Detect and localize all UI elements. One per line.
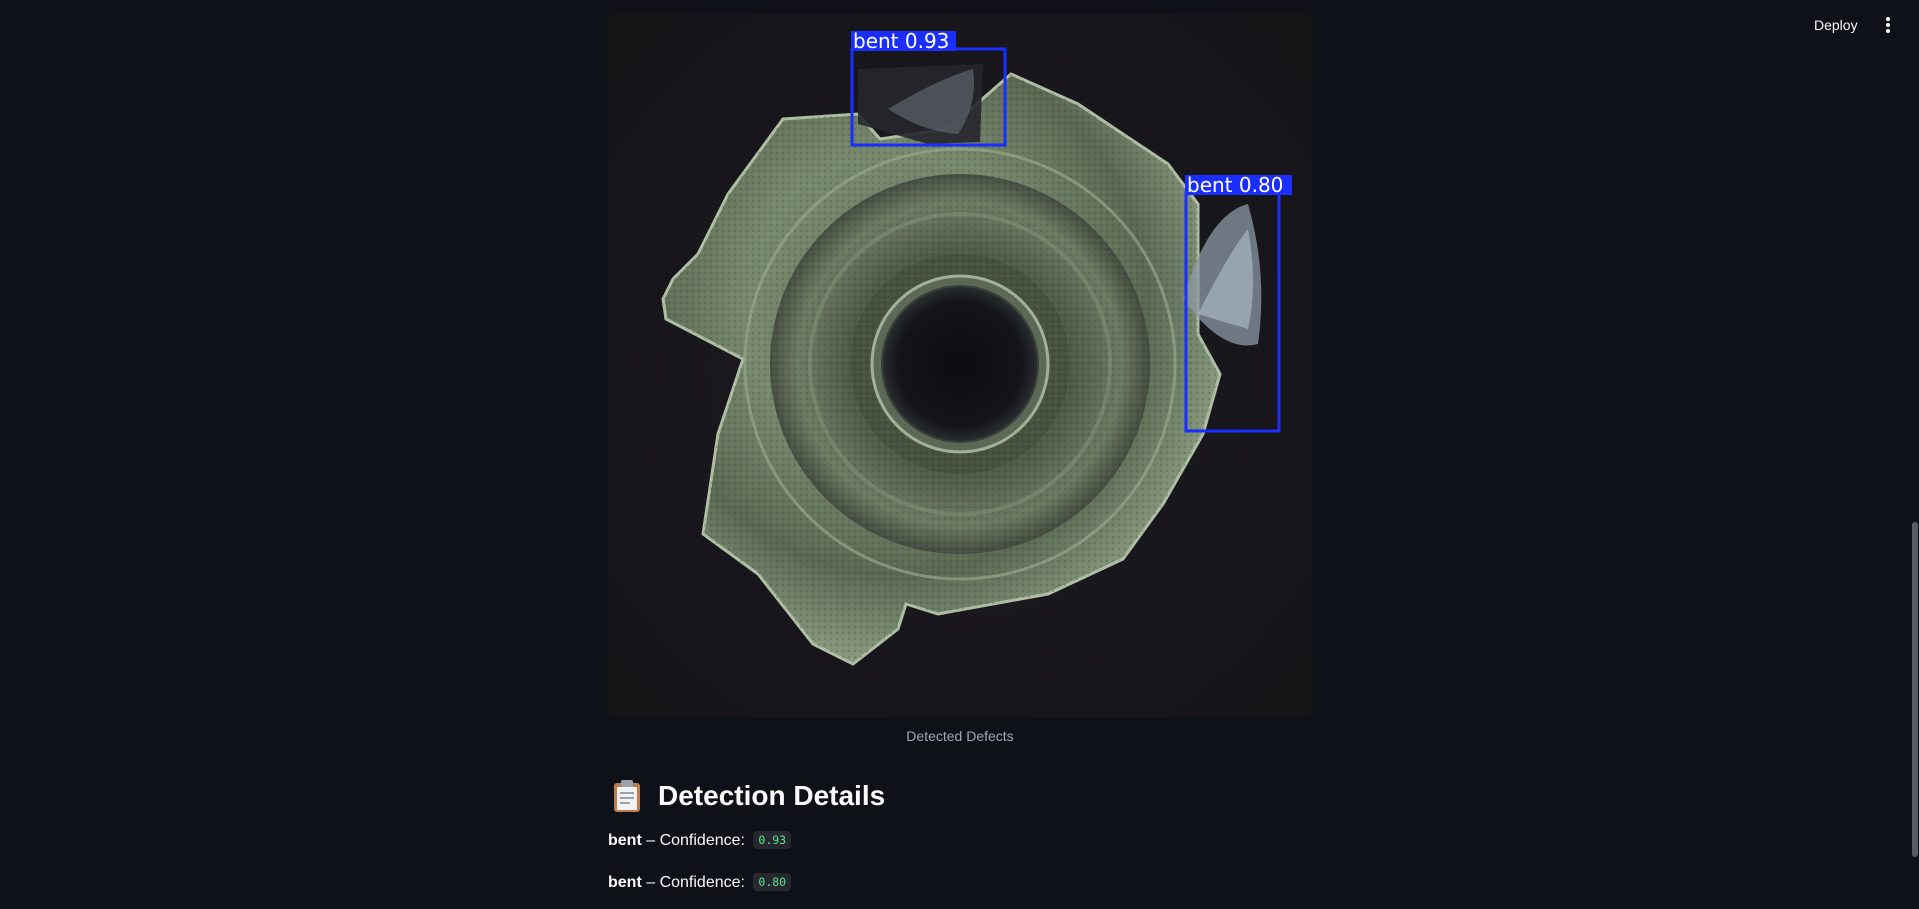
detection-separator: – Confidence: [641, 874, 750, 891]
scrollbar-thumb[interactable] [1912, 522, 1918, 857]
detection-box-label: bent 0.80 [1187, 173, 1283, 197]
app-page: Deploy bent 0.93 bent 0.80 Detected Defe… [0, 0, 1919, 909]
page-scrollbar[interactable] [1911, 0, 1919, 909]
detection-box-label: bent 0.93 [853, 29, 949, 53]
detected-defects-image: bent 0.93 bent 0.80 [608, 14, 1312, 718]
detection-separator: – Confidence: [641, 832, 750, 849]
section-title: Detection Details [658, 780, 886, 811]
clipboard-icon [614, 780, 640, 812]
detection-class: bent [608, 832, 642, 849]
detection-item: bent – Confidence: 0.80 [608, 871, 792, 895]
detection-item: bent – Confidence: 0.93 [608, 829, 792, 853]
detection-details-heading: Detection Details [608, 774, 885, 818]
nut-photo: bent 0.93 bent 0.80 [608, 14, 1312, 718]
confidence-value: 0.80 [753, 873, 792, 891]
vertical-dots-icon [1886, 17, 1890, 33]
detection-class: bent [608, 874, 642, 891]
confidence-value: 0.93 [753, 831, 792, 849]
deploy-button[interactable]: Deploy [1808, 13, 1864, 37]
main-menu-button[interactable] [1878, 14, 1898, 36]
image-caption: Detected Defects [906, 728, 1014, 744]
